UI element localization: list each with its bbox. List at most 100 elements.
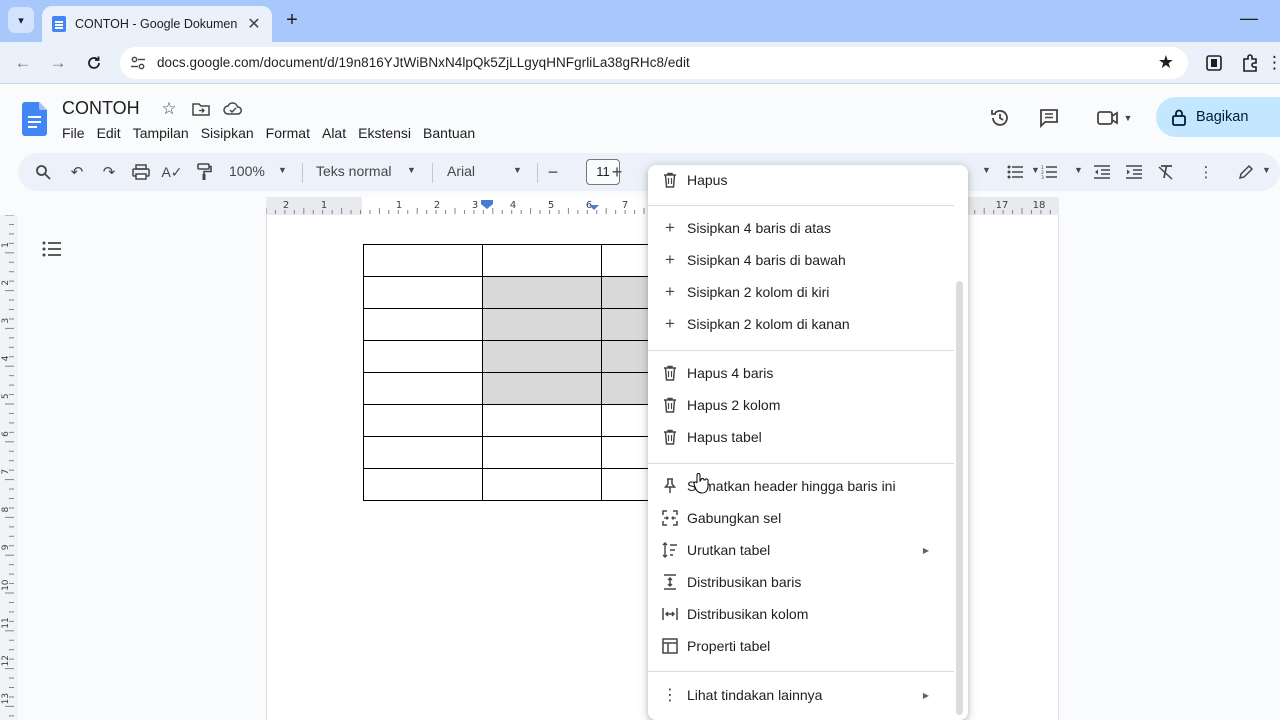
trash-icon (661, 364, 679, 382)
more-vert-icon: ⋮ (1198, 164, 1214, 181)
mouse-cursor-icon (693, 473, 709, 494)
table-cell[interactable] (363, 468, 483, 501)
ruler-label: 10 (1, 579, 11, 591)
clear-formatting-button[interactable] (1155, 161, 1177, 183)
menu-format[interactable]: Format (266, 125, 316, 141)
menu-insert[interactable]: Sisipkan (201, 125, 260, 141)
paragraph-style-select[interactable]: Teks normal (316, 163, 391, 179)
table-cell[interactable] (482, 340, 602, 373)
menu-edit[interactable]: Edit (97, 125, 127, 141)
table-cell[interactable] (363, 244, 483, 277)
line-spacing-caret-icon[interactable]: ▼ (982, 165, 991, 175)
menu-item-distribute-columns[interactable]: Distribusikan kolom (648, 599, 954, 629)
bookmark-star-icon[interactable]: ★ (1158, 52, 1174, 73)
extensions-puzzle-icon[interactable] (1240, 53, 1260, 73)
version-history-button[interactable] (987, 105, 1013, 131)
menu-extensions[interactable]: Ekstensi (358, 125, 417, 141)
menu-item-insert-columns-left[interactable]: + Sisipkan 2 kolom di kiri (648, 277, 954, 307)
table-cell[interactable] (363, 276, 483, 309)
table-cell[interactable] (363, 436, 483, 469)
menu-item-insert-rows-below[interactable]: + Sisipkan 4 baris di bawah (648, 245, 954, 275)
table-cell[interactable] (482, 244, 602, 277)
numbered-list-button[interactable]: 123 (1038, 161, 1060, 183)
table-cell[interactable] (363, 308, 483, 341)
back-button[interactable]: ← (12, 52, 34, 74)
bulleted-list-icon (1007, 165, 1023, 179)
star-document-button[interactable]: ☆ (158, 99, 180, 118)
editing-mode-caret-icon[interactable]: ▼ (1262, 165, 1271, 175)
spellcheck-button[interactable]: A✓ (161, 161, 183, 183)
toolbar-divider (302, 163, 303, 183)
menu-tools[interactable]: Alat (322, 125, 352, 141)
menu-view[interactable]: Tampilan (133, 125, 195, 141)
decrease-indent-button[interactable] (1091, 161, 1113, 183)
menu-separator (648, 463, 954, 464)
increase-indent-button[interactable] (1123, 161, 1145, 183)
menu-help[interactable]: Bantuan (423, 125, 481, 141)
menu-file[interactable]: File (62, 125, 91, 141)
menu-item-sort-table[interactable]: Urutkan tabel ▶ (648, 535, 954, 565)
window-minimize-button[interactable]: — (1240, 8, 1258, 28)
site-settings-icon[interactable] (130, 55, 146, 71)
ruler-label: 5 (548, 200, 554, 211)
reading-list-icon[interactable] (1204, 53, 1224, 73)
ruler-label: 13 (1, 693, 11, 704)
undo-button[interactable]: ↶ (66, 161, 88, 183)
tab-search-dropdown-button[interactable]: ▾ (8, 7, 34, 33)
table-cell[interactable] (363, 404, 483, 437)
search-menus-button[interactable] (32, 161, 54, 183)
redo-button[interactable]: ↷ (98, 161, 120, 183)
bulleted-list-button[interactable] (1004, 161, 1026, 183)
menu-item-delete[interactable]: Hapus (648, 165, 954, 195)
distribute-rows-icon (661, 573, 679, 591)
editing-mode-button[interactable] (1235, 161, 1257, 183)
address-bar[interactable]: docs.google.com/document/d/19n816YJtWiBN… (120, 47, 1188, 79)
meet-button[interactable]: ▼ (1092, 105, 1136, 131)
distribute-columns-icon (661, 605, 679, 623)
vertical-ruler[interactable]: 12345678910111213 (0, 215, 18, 720)
menu-item-delete-table[interactable]: Hapus tabel (648, 422, 954, 452)
paint-format-icon (197, 163, 212, 180)
font-family-select[interactable]: Arial (447, 163, 475, 179)
menu-item-distribute-rows[interactable]: Distribusikan baris (648, 567, 954, 597)
document-title[interactable]: CONTOH (62, 98, 140, 119)
table-cell[interactable] (482, 308, 602, 341)
menu-item-table-properties[interactable]: Properti tabel (648, 631, 954, 661)
zoom-select[interactable]: 100% (229, 163, 265, 179)
comments-button[interactable] (1036, 105, 1062, 131)
menu-item-insert-columns-right[interactable]: + Sisipkan 2 kolom di kanan (648, 309, 954, 339)
google-docs-logo-icon[interactable] (22, 102, 47, 136)
browser-menu-button[interactable]: ⋮ (1266, 52, 1280, 74)
menu-item-delete-rows[interactable]: Hapus 4 baris (648, 358, 954, 388)
table-cell[interactable] (363, 340, 483, 373)
print-button[interactable] (130, 161, 152, 183)
more-toolbar-button[interactable]: ⋮ (1195, 161, 1217, 183)
browser-tab-active[interactable]: CONTOH - Google Dokumen ✕ (42, 6, 272, 42)
forward-button[interactable]: → (47, 52, 69, 74)
table-cell[interactable] (482, 372, 602, 405)
new-tab-button[interactable]: + (282, 9, 302, 31)
ruler-label: 12 (1, 655, 11, 666)
browser-toolbar: ← → docs.google.com/document/d/19n816YJt… (0, 42, 1280, 84)
paint-format-button[interactable] (193, 161, 215, 183)
increase-font-size-button[interactable]: + (606, 161, 628, 183)
menu-scrollbar[interactable] (956, 281, 963, 715)
document-status-button[interactable] (222, 100, 244, 118)
document-outline-icon[interactable] (42, 240, 62, 258)
menu-item-more-actions[interactable]: ⋮ Lihat tindakan lainnya ▶ (648, 680, 954, 710)
decrease-font-size-button[interactable]: − (542, 161, 564, 183)
table-cell[interactable] (482, 468, 602, 501)
numbered-list-caret-icon[interactable]: ▼ (1074, 165, 1083, 175)
table-cell[interactable] (482, 436, 602, 469)
reload-button[interactable] (83, 52, 105, 74)
table-cell[interactable] (482, 404, 602, 437)
table-cell[interactable] (482, 276, 602, 309)
toolbar-divider (432, 163, 433, 183)
table-cell[interactable] (363, 372, 483, 405)
tab-close-button[interactable]: ✕ (246, 14, 262, 34)
menu-item-insert-rows-above[interactable]: + Sisipkan 4 baris di atas (648, 213, 954, 243)
move-document-button[interactable] (190, 100, 212, 118)
share-button[interactable]: Bagikan (1156, 97, 1280, 137)
menu-item-merge-cells[interactable]: Gabungkan sel (648, 503, 954, 533)
menu-item-delete-columns[interactable]: Hapus 2 kolom (648, 390, 954, 420)
